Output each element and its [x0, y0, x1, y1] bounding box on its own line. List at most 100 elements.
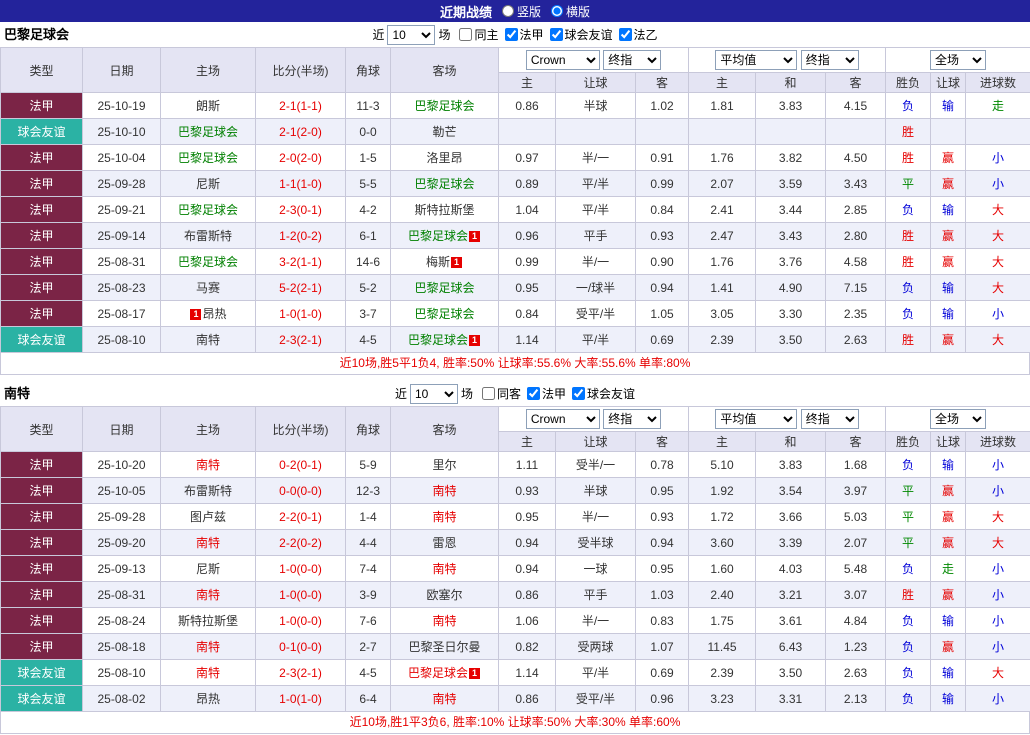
- vertical-layout-radio[interactable]: [501, 5, 514, 17]
- team-link[interactable]: 昂热: [202, 307, 226, 321]
- filter-checkbox-group: 同客 法甲 球会友谊: [476, 385, 635, 402]
- team-link[interactable]: 南特: [432, 510, 456, 524]
- team-link[interactable]: 欧塞尔: [426, 588, 462, 602]
- recent-count-select[interactable]: 10: [387, 24, 436, 45]
- filter-checkbox-input[interactable]: [504, 28, 518, 41]
- filter-checkbox[interactable]: 同客: [476, 385, 521, 402]
- match-row: 法甲 25-09-14 布雷斯特 1-2(0-2) 6-1 巴黎足球会 1 0.96 平手 0.9…: [0, 222, 1030, 249]
- team-link[interactable]: 巴黎足球会: [408, 229, 468, 243]
- team-link[interactable]: 南特: [196, 666, 220, 680]
- odds-handicap-cell: 平/半: [555, 659, 636, 686]
- layout-option-vertical[interactable]: 竖版: [501, 3, 541, 20]
- team-link[interactable]: 巴黎足球会: [414, 177, 474, 191]
- avg-draw-cell: 3.21: [755, 581, 827, 608]
- average-select[interactable]: 平均值: [715, 409, 798, 429]
- team-link[interactable]: 斯特拉斯堡: [178, 614, 238, 628]
- filter-checkbox-input[interactable]: [481, 387, 495, 400]
- team-link[interactable]: 昂热: [196, 692, 220, 706]
- filter-checkbox-input[interactable]: [572, 387, 586, 400]
- team-link[interactable]: 南特: [196, 536, 220, 550]
- average-stage-select[interactable]: 终指: [800, 50, 859, 70]
- odds-away-cell: 0.69: [634, 326, 690, 353]
- team-link[interactable]: 南特: [196, 588, 220, 602]
- date-cell: 25-10-10: [82, 118, 161, 145]
- result-goals-cell: 小: [965, 685, 1030, 712]
- result-handicap-cell: 输: [930, 659, 967, 686]
- filter-checkbox-input[interactable]: [618, 28, 632, 41]
- team-link[interactable]: 巴黎足球会: [178, 151, 238, 165]
- result-wl-cell: 负: [885, 659, 932, 686]
- team-link[interactable]: 南特: [432, 562, 456, 576]
- team-link[interactable]: 里尔: [432, 458, 456, 472]
- team-link[interactable]: 梅斯: [426, 255, 450, 269]
- filter-checkbox[interactable]: 球会友谊: [566, 385, 635, 402]
- team-link[interactable]: 图卢兹: [190, 510, 226, 524]
- team-link[interactable]: 马赛: [196, 281, 220, 295]
- filter-checkbox[interactable]: 法甲: [521, 385, 566, 402]
- team-link[interactable]: 斯特拉斯堡: [414, 203, 474, 217]
- team-link[interactable]: 雷恩: [432, 536, 456, 550]
- scope-select[interactable]: 全场: [930, 409, 987, 429]
- odds-handicap-cell: 平手: [555, 222, 636, 249]
- team-link[interactable]: 南特: [196, 333, 220, 347]
- team-link[interactable]: 南特: [432, 614, 456, 628]
- layout-option-horizontal[interactable]: 横版: [551, 3, 590, 20]
- team-link[interactable]: 洛里昂: [426, 151, 462, 165]
- avg-away-cell: 2.80: [825, 222, 887, 249]
- team-link[interactable]: 巴黎足球会: [178, 203, 238, 217]
- team-link[interactable]: 巴黎足球会: [408, 333, 468, 347]
- result-wl-cell: 平: [885, 529, 932, 556]
- col-header-odds-away: 客: [634, 431, 690, 452]
- result-goals-cell: 大: [965, 222, 1030, 249]
- team-link[interactable]: 南特: [196, 458, 220, 472]
- bookmaker-select[interactable]: Crown: [525, 409, 600, 429]
- home-team-cell: 南特: [160, 659, 256, 686]
- team-link[interactable]: 巴黎足球会: [408, 666, 468, 680]
- average-select[interactable]: 平均值: [715, 50, 798, 70]
- team-link[interactable]: 尼斯: [196, 177, 220, 191]
- filter-checkbox[interactable]: 同主: [453, 26, 499, 43]
- team-link[interactable]: 巴黎足球会: [178, 125, 238, 139]
- filter-checkbox-input[interactable]: [549, 28, 563, 41]
- score-cell: 2-2(0-1): [255, 503, 346, 530]
- filter-checkbox-input[interactable]: [459, 28, 473, 41]
- team-link[interactable]: 尼斯: [196, 562, 220, 576]
- result-wl-cell: 负: [885, 451, 932, 478]
- team-link[interactable]: 勒芒: [432, 125, 456, 139]
- scope-select[interactable]: 全场: [930, 50, 987, 70]
- date-cell: 25-10-19: [82, 92, 161, 119]
- team-link[interactable]: 南特: [196, 640, 220, 654]
- filter-checkbox-input[interactable]: [527, 387, 540, 400]
- team-link[interactable]: 布雷斯特: [184, 484, 232, 498]
- team-link[interactable]: 巴黎足球会: [414, 99, 474, 113]
- result-handicap-cell: 输: [930, 196, 967, 223]
- col-header-result-handicap: 让球: [930, 431, 967, 452]
- result-wl-cell: 负: [885, 685, 932, 712]
- team-link[interactable]: 南特: [432, 484, 456, 498]
- team-link[interactable]: 巴黎圣日尔曼: [408, 640, 480, 654]
- filter-checkbox[interactable]: 法甲: [499, 26, 544, 43]
- league-type-cell: 法甲: [0, 555, 83, 582]
- filter-checkbox[interactable]: 法乙: [613, 26, 658, 43]
- team-link[interactable]: 巴黎足球会: [178, 255, 238, 269]
- recent-count-select[interactable]: 10: [409, 383, 458, 404]
- average-stage-select[interactable]: 终指: [800, 409, 859, 429]
- odds-stage-select[interactable]: 终指: [603, 409, 662, 429]
- team-link[interactable]: 南特: [432, 692, 456, 706]
- score-cell: 2-3(0-1): [255, 196, 346, 223]
- home-team-cell: 布雷斯特: [160, 477, 256, 504]
- horizontal-layout-radio[interactable]: [551, 5, 563, 17]
- filter-checkbox[interactable]: 球会友谊: [544, 26, 613, 43]
- avg-draw-cell: 3.30: [755, 300, 827, 327]
- league-type-cell: 法甲: [0, 529, 83, 556]
- team-link[interactable]: 布雷斯特: [184, 229, 232, 243]
- avg-away-cell: 4.50: [825, 144, 887, 171]
- odds-away-cell: 0.99: [634, 170, 690, 197]
- red-card-badge: 1: [469, 668, 480, 679]
- team-link[interactable]: 巴黎足球会: [414, 307, 474, 321]
- league-type-cell: 球会友谊: [0, 118, 83, 145]
- team-link[interactable]: 朗斯: [196, 99, 220, 113]
- bookmaker-select[interactable]: Crown: [525, 50, 600, 70]
- odds-stage-select[interactable]: 终指: [603, 50, 662, 70]
- team-link[interactable]: 巴黎足球会: [414, 281, 474, 295]
